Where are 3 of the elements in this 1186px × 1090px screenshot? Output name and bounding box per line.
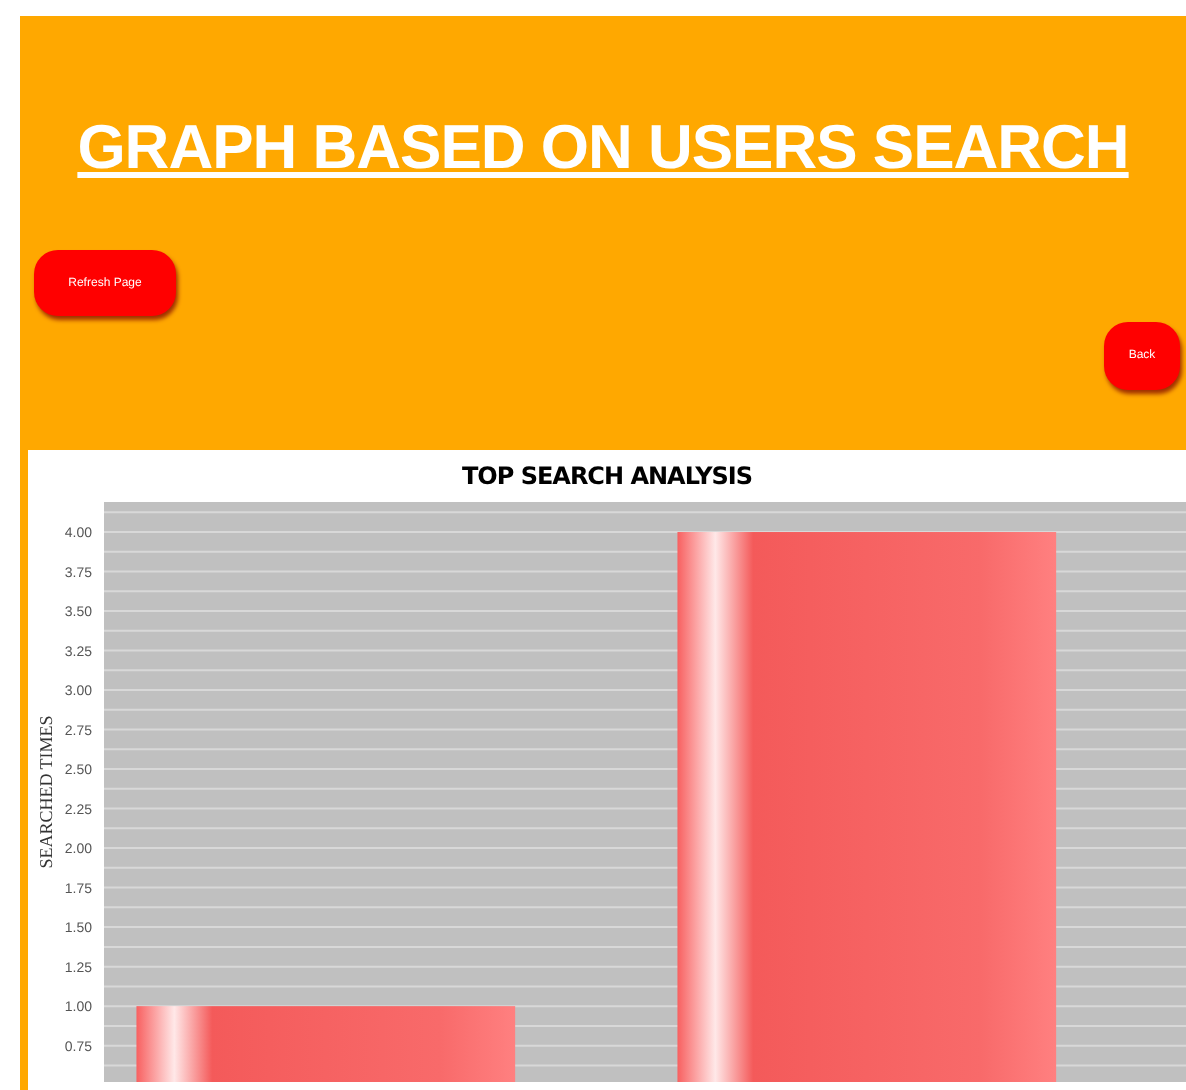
page-title: GRAPH BASED ON USERS SEARCH: [75, 112, 1131, 184]
y-axis-label: SEARCHED TIMES: [36, 715, 56, 869]
chart-title: TOP SEARCH ANALYSIS: [459, 460, 755, 494]
